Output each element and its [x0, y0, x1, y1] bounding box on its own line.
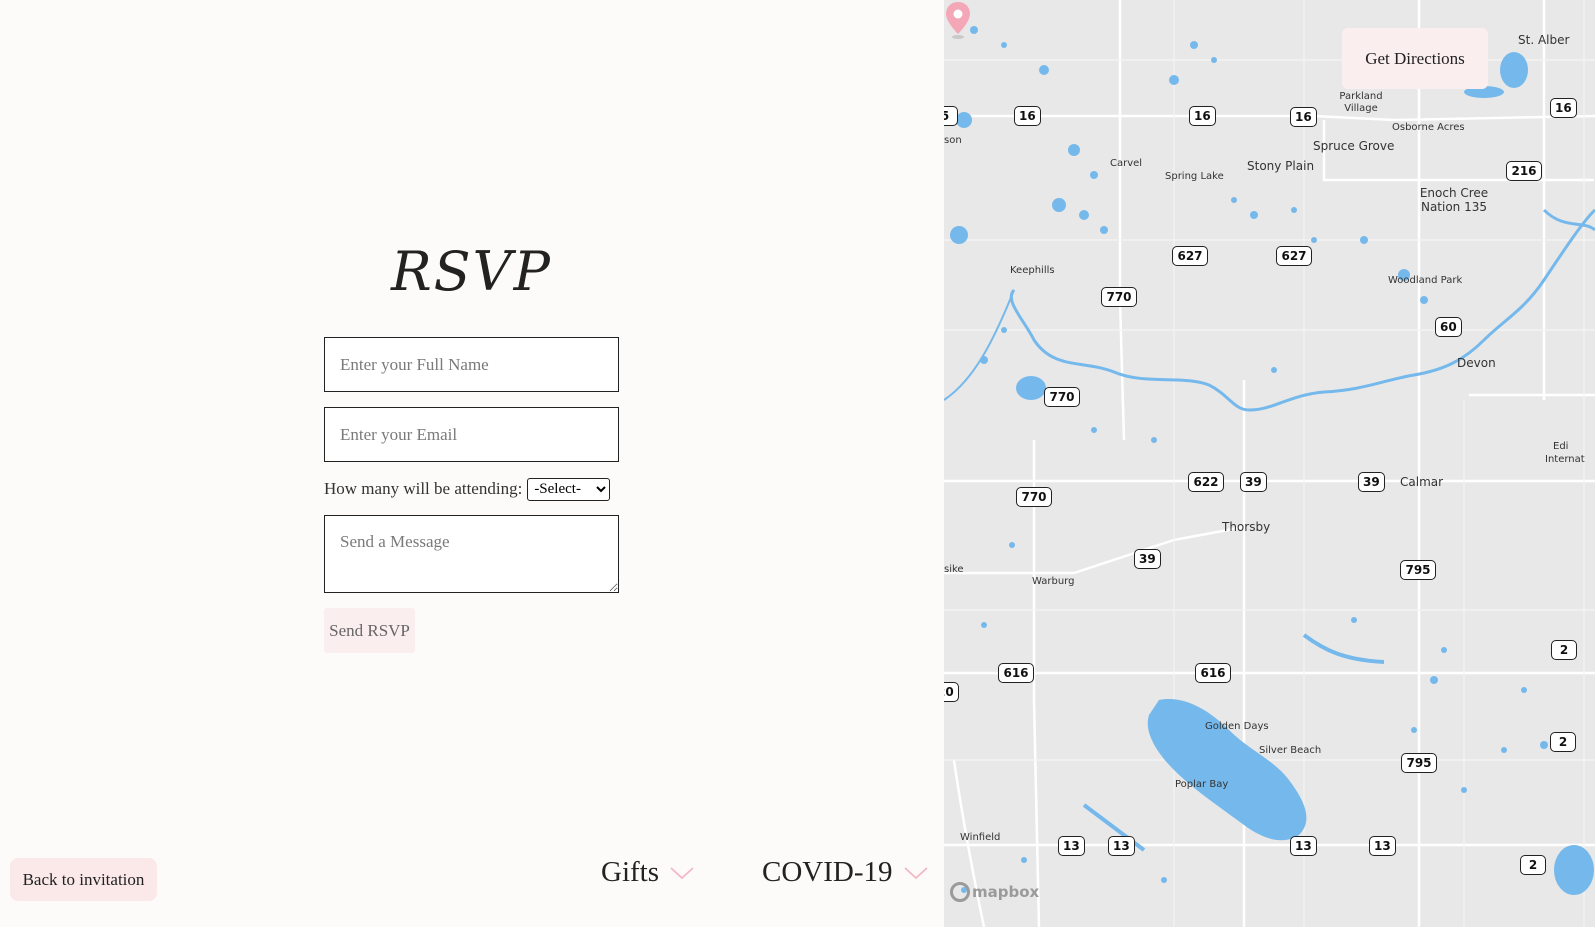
rsvp-title: RSVP: [391, 240, 552, 303]
highway-shield: 16: [1189, 106, 1216, 126]
highway-shield: 16: [1290, 107, 1317, 127]
highway-shield: 795: [1401, 753, 1437, 773]
highway-shield: 13: [1058, 836, 1085, 856]
attending-select[interactable]: -Select-: [527, 477, 611, 501]
highway-shield: 216: [1506, 161, 1542, 181]
highway-shield: 16: [1014, 106, 1041, 126]
place-silver-beach: Silver Beach: [1259, 745, 1322, 756]
nav-covid-19[interactable]: COVID-19: [762, 856, 929, 889]
highway-shield: 13: [1290, 836, 1317, 856]
chevron-down-icon: [903, 866, 928, 879]
place-devon: Devon: [1457, 356, 1496, 370]
place-golden-days: Golden Days: [1205, 721, 1269, 732]
full-name-input[interactable]: [324, 337, 619, 392]
highway-shield: 39: [1134, 549, 1161, 569]
place-sike: sike: [944, 564, 964, 575]
mapbox-attribution: mapbox: [972, 883, 1040, 901]
highway-shield: 13: [1108, 836, 1135, 856]
location-pin-icon[interactable]: [944, 0, 972, 40]
highway-shield: 622: [1188, 472, 1224, 492]
highway-shield: 795: [1400, 560, 1436, 580]
place-calmar: Calmar: [1400, 475, 1444, 489]
highway-shield: 627: [1276, 246, 1312, 266]
get-directions-button[interactable]: Get Directions: [1342, 28, 1488, 89]
highway-shield: 627: [1172, 246, 1208, 266]
highway-shield: 60: [1435, 317, 1462, 337]
nav-covid-19-label: COVID-19: [762, 856, 893, 888]
nav-gifts[interactable]: Gifts: [601, 856, 695, 889]
place-thorsby: Thorsby: [1222, 520, 1271, 534]
highway-shield: 13: [1369, 836, 1396, 856]
map-base-layer: [944, 0, 1595, 927]
place-poplar-bay: Poplar Bay: [1175, 779, 1229, 790]
place-spruce-grove: Spruce Grove: [1313, 139, 1395, 153]
chevron-down-icon: [670, 866, 694, 879]
attending-label: How many will be attending:: [324, 479, 523, 498]
email-input[interactable]: [324, 407, 619, 462]
place-woodland-park: Woodland Park: [1388, 275, 1463, 286]
rsvp-panel: RSVP How many will be attending: -Select…: [0, 0, 944, 927]
message-textarea[interactable]: [324, 515, 619, 593]
highway-shield: 16: [1550, 98, 1577, 118]
highway-shield: 616: [998, 663, 1034, 683]
place-carvel: Carvel: [1110, 158, 1143, 169]
highway-shield: 39: [1240, 472, 1267, 492]
place-spring-lake: Spring Lake: [1165, 171, 1224, 182]
place-warburg: Warburg: [1032, 576, 1075, 587]
place-enoch-cree: Enoch Cree Nation 135: [1419, 186, 1489, 214]
nav-gifts-label: Gifts: [601, 856, 659, 888]
highway-shield: 2: [1550, 732, 1576, 752]
place-stony-plain: Stony Plain: [1247, 159, 1315, 173]
place-son: son: [944, 135, 962, 146]
place-osborne-acres: Osborne Acres: [1392, 122, 1465, 133]
highway-shield: 770: [1101, 287, 1137, 307]
place-edmonton-intl: Edi: [1553, 441, 1569, 452]
send-rsvp-button[interactable]: Send RSVP: [324, 608, 415, 653]
place-winfield: Winfield: [960, 832, 1001, 843]
place-st-albert: St. Alber: [1518, 33, 1570, 47]
place-parkland-village: Parkland Village: [1339, 91, 1383, 114]
highway-shield: 616: [1195, 663, 1231, 683]
place-keephills: Keephills: [1010, 265, 1055, 276]
highway-shield: 20: [944, 682, 959, 702]
map[interactable]: St. Alber Parkland Village Osborne Acres…: [944, 0, 1595, 927]
highway-shield: 770: [1044, 387, 1080, 407]
highway-shield: 5: [944, 106, 958, 126]
mapbox-icon: [950, 882, 970, 902]
highway-shield: 2: [1520, 855, 1546, 875]
mapbox-logo[interactable]: mapbox: [950, 882, 1039, 902]
highway-shield: 770: [1016, 487, 1052, 507]
highway-shield: 2: [1551, 640, 1577, 660]
highway-shield: 39: [1358, 472, 1385, 492]
attending-row: How many will be attending: -Select-: [324, 477, 611, 501]
back-to-invitation-button[interactable]: Back to invitation: [10, 858, 157, 901]
place-edmonton-intl-2: Internat: [1545, 454, 1585, 465]
